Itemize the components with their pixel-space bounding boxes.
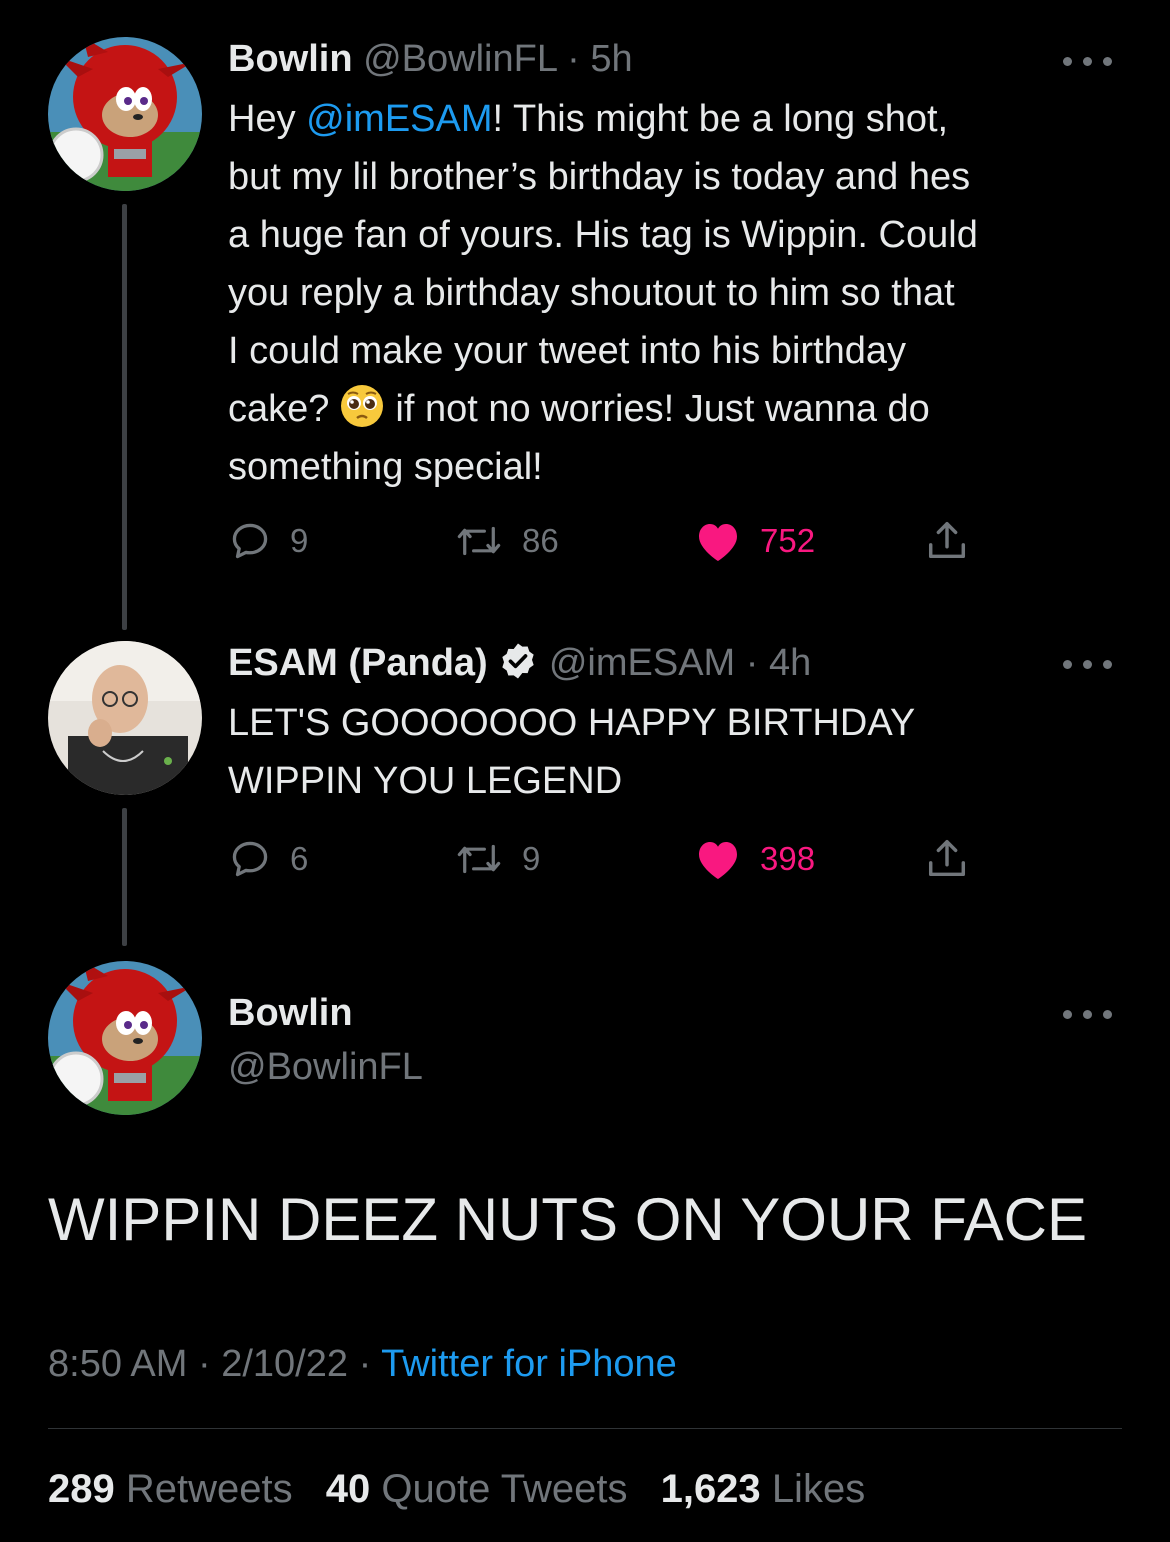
verified-badge-icon — [502, 643, 534, 679]
user-handle[interactable]: @BowlinFL — [363, 38, 556, 80]
thread-line — [122, 808, 127, 946]
avatar-esam[interactable] — [48, 641, 202, 795]
tweet-text: LET'S GOOOOOOO HAPPY BIRTHDAY WIPPIN YOU… — [228, 694, 1128, 810]
display-name[interactable]: Bowlin — [228, 38, 353, 80]
text-line: you reply a birthday shoutout to him so … — [228, 272, 955, 314]
avatar-knuckles-image — [48, 961, 202, 1115]
quote-tweets-stat[interactable]: 40 Quote Tweets — [326, 1467, 650, 1511]
text-line: but my lil brother’s birthday is today a… — [228, 156, 971, 198]
main-tweet-text: WIPPIN DEEZ NUTS ON YOUR FACE — [48, 1186, 1088, 1253]
likes-stat[interactable]: 1,623 Likes — [661, 1467, 888, 1511]
tweet-header: Bowlin @BowlinFL · 5h — [228, 36, 633, 82]
text-line: a huge fan of yours. His tag is Wippin. … — [228, 214, 978, 256]
retweet-icon — [457, 844, 501, 874]
retweets-count: 289 — [48, 1467, 115, 1511]
like-count: 398 — [760, 840, 816, 877]
reply-button[interactable]: 6 — [228, 834, 308, 884]
more-options-icon[interactable] — [1058, 656, 1118, 670]
display-name[interactable]: ESAM (Panda) — [228, 642, 488, 684]
avatar-esam-photo-image — [48, 641, 202, 795]
time-separator: · — [556, 38, 591, 80]
share-icon — [928, 840, 966, 877]
more-options-icon[interactable] — [1058, 53, 1118, 67]
tweet-text: Hey @imESAM! This might be a long shot, … — [228, 90, 1128, 496]
pleading-face-emoji-icon — [341, 385, 384, 427]
text-line: Hey @imESAM! This might be a long shot, — [228, 98, 949, 140]
reply-count: 6 — [290, 840, 309, 877]
likes-label: Likes — [771, 1467, 866, 1511]
like-button[interactable]: 398 — [694, 834, 815, 884]
avatar-bowlin[interactable] — [48, 961, 202, 1115]
text-line: something special! — [228, 446, 543, 488]
share-icon — [928, 522, 966, 559]
like-count: 752 — [760, 522, 816, 559]
quote-tweets-label: Quote Tweets — [381, 1467, 628, 1511]
avatar-knuckles-image — [48, 37, 202, 191]
quote-tweets-count: 40 — [325, 1467, 371, 1511]
main-display-name[interactable]: Bowlin — [228, 990, 353, 1036]
text-line: WIPPIN YOU LEGEND — [228, 760, 623, 802]
tweet-time[interactable]: 4h — [769, 642, 811, 684]
text-line: LET'S GOOOOOOO HAPPY BIRTHDAY — [228, 702, 916, 744]
retweet-button[interactable]: 9 — [454, 834, 540, 884]
tweet-time[interactable]: 8:50 AM — [48, 1343, 187, 1385]
tweet-source-link[interactable]: Twitter for iPhone — [381, 1343, 677, 1385]
heart-filled-icon — [699, 842, 737, 879]
reply-count: 9 — [290, 522, 309, 559]
user-handle[interactable]: @imESAM — [549, 642, 735, 684]
tweet-header: ESAM (Panda) @imESAM · 4h — [228, 640, 811, 686]
text-line: cake? if not no worries! Just wanna do — [228, 380, 1128, 438]
mention-link[interactable]: @imESAM — [306, 98, 492, 140]
heart-filled-icon — [699, 524, 737, 561]
likes-count: 1,623 — [660, 1467, 761, 1511]
retweet-icon — [457, 526, 501, 556]
thread-line — [122, 204, 127, 630]
tweet-stats: 289 Retweets 40 Quote Tweets 1,623 Likes — [48, 1464, 887, 1514]
meta-separator: · — [358, 1343, 382, 1385]
share-button[interactable] — [924, 516, 970, 566]
reply-icon — [232, 841, 268, 877]
tweet-date[interactable]: 2/10/22 — [221, 1343, 348, 1385]
retweets-stat[interactable]: 289 Retweets — [48, 1467, 315, 1511]
retweets-label: Retweets — [125, 1467, 293, 1511]
main-user-handle[interactable]: @BowlinFL — [228, 1044, 423, 1090]
retweet-button[interactable]: 86 — [454, 516, 559, 566]
tweet-metadata: 8:50 AM · 2/10/22 · Twitter for iPhone — [48, 1340, 677, 1388]
avatar-bowlin[interactable] — [48, 37, 202, 191]
share-button[interactable] — [924, 834, 970, 884]
stats-divider — [48, 1428, 1122, 1429]
retweet-count: 86 — [522, 522, 559, 559]
time-separator: · — [735, 642, 769, 684]
retweet-count: 9 — [522, 840, 541, 877]
tweet-time[interactable]: 5h — [590, 38, 632, 80]
more-options-icon[interactable] — [1058, 1006, 1118, 1020]
like-button[interactable]: 752 — [694, 516, 815, 566]
reply-button[interactable]: 9 — [228, 516, 308, 566]
reply-icon — [232, 523, 268, 559]
text-line: I could make your tweet into his birthda… — [228, 330, 907, 372]
meta-separator: · — [197, 1343, 222, 1385]
